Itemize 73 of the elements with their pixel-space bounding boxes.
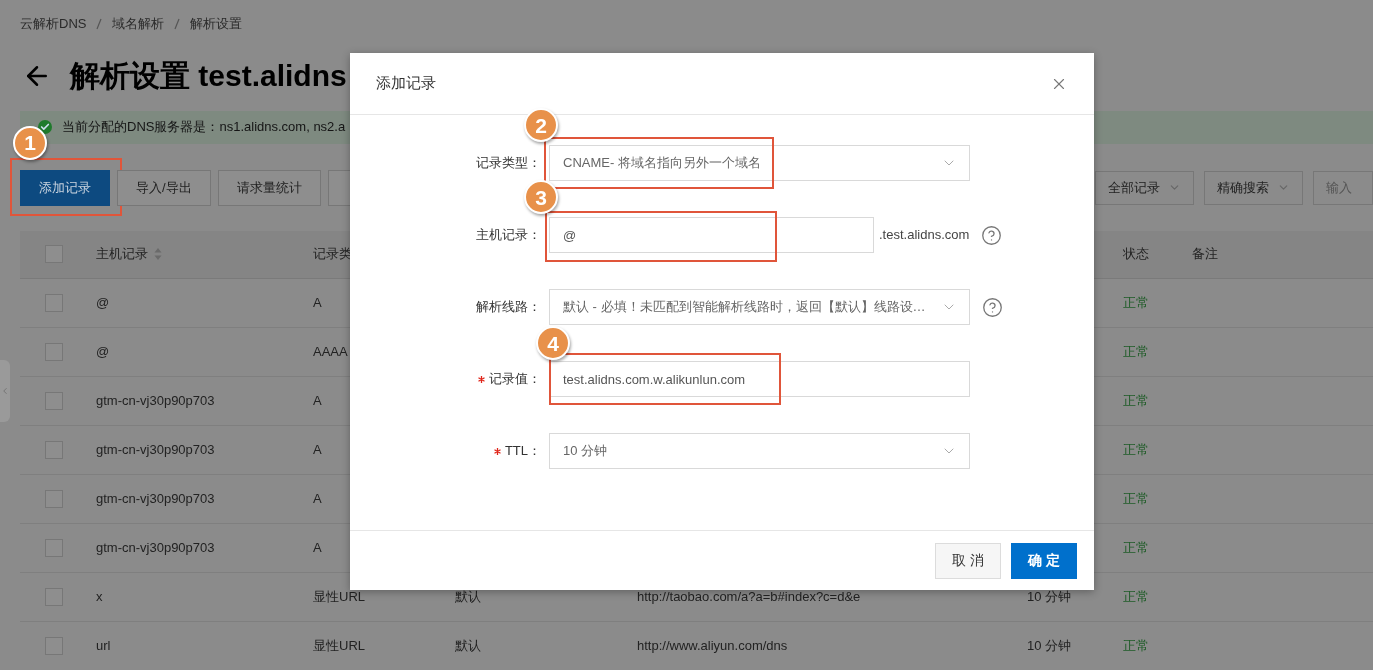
input-field[interactable]: test.alidns.com.w.alikunlun.com: [549, 361, 970, 397]
table-cell: gtm-cn-vj30p90p703: [96, 441, 215, 457]
success-icon: [38, 120, 52, 134]
select-field[interactable]: 默认 - 必填！未匹配到智能解析线路时，返回【默认】线路设…: [549, 289, 970, 325]
field-label: 记录值：: [489, 370, 541, 389]
table-cell: AAAA: [313, 343, 348, 359]
help-icon[interactable]: [981, 224, 1003, 246]
column-header[interactable]: 状态: [1123, 244, 1149, 264]
dialog-button[interactable]: 确 定: [1011, 542, 1077, 579]
required-asterisk-icon: [478, 375, 485, 383]
field-label: TTL：: [504, 442, 541, 461]
table-cell: gtm-cn-vj30p90p703: [96, 539, 215, 555]
callout-badge: 3: [524, 180, 558, 214]
field-label: 主机记录：: [476, 226, 541, 245]
table-cell: 默认: [455, 637, 481, 653]
input-field[interactable]: @: [549, 217, 874, 253]
column-header[interactable]: 主机记录: [96, 244, 148, 264]
table-cell: 10 分钟: [1027, 588, 1072, 604]
table-cell: gtm-cn-vj30p90p703: [96, 490, 215, 506]
filter-dropdown[interactable]: 精确搜索: [1204, 170, 1303, 205]
slash-icon: [174, 17, 181, 30]
table-cell: A: [313, 392, 322, 408]
table-cell: 正常: [1123, 343, 1149, 359]
breadcrumb-link[interactable]: 云解析DNS: [20, 14, 87, 34]
dialog-button[interactable]: 取 消: [935, 542, 1001, 579]
table-cell: 正常: [1123, 637, 1149, 653]
domain-suffix: .test.alidns.com: [879, 226, 970, 245]
table-cell: A: [313, 490, 322, 506]
toolbar-button[interactable]: 导入/导出: [117, 169, 211, 206]
breadcrumb-link[interactable]: 解析设置: [190, 14, 243, 34]
table-cell: 正常: [1123, 294, 1149, 310]
callout-badge: 4: [536, 326, 570, 360]
table-cell: gtm-cn-vj30p90p703: [96, 392, 215, 408]
table-cell: 显性URL: [313, 588, 365, 604]
table-cell: url: [96, 637, 111, 653]
toolbar-button[interactable]: 请求量统计: [217, 169, 321, 206]
table-cell: @: [96, 294, 110, 310]
filter-dropdown[interactable]: 全部记录: [1095, 170, 1194, 205]
table-cell: 正常: [1123, 490, 1149, 506]
select-field[interactable]: 10 分钟: [549, 433, 970, 469]
help-icon[interactable]: [982, 296, 1003, 318]
select-field[interactable]: CNAME- 将域名指向另外一个域名: [549, 145, 970, 181]
table-cell: http://www.aliyun.com/dns: [637, 637, 788, 653]
page-title: 解析设置 test.alidns: [70, 58, 347, 94]
slash-icon: [96, 17, 103, 30]
breadcrumb-link[interactable]: 域名解析: [112, 14, 165, 34]
callout-badge: 1: [13, 125, 47, 160]
dialog-title: 添加记录: [376, 73, 436, 94]
table-cell: 正常: [1123, 441, 1149, 457]
select-value: 默认 - 必填！未匹配到智能解析线路时，返回【默认】线路设…: [563, 298, 926, 317]
table-cell: 正常: [1123, 588, 1149, 604]
table-cell: 正常: [1123, 539, 1149, 555]
table-cell: A: [313, 539, 322, 555]
table-cell: 10 分钟: [1027, 637, 1072, 653]
table-cell: 显性URL: [313, 637, 365, 653]
sort-icon[interactable]: [154, 247, 162, 261]
notice-text: 当前分配的DNS服务器是：ns1.alidns.com, ns2.a: [62, 118, 346, 137]
table-cell: 正常: [1123, 392, 1149, 408]
table-cell: A: [313, 441, 322, 457]
callout-badge: 2: [524, 108, 558, 142]
select-value: 10 分钟: [563, 442, 608, 461]
table-cell: 默认: [455, 588, 481, 604]
toolbar-button[interactable]: 添加记录: [20, 169, 110, 206]
table-cell: http://taobao.com/a?a=b#index?c=d&e: [637, 588, 861, 604]
column-header[interactable]: 备注: [1192, 244, 1218, 264]
select-value: CNAME- 将域名指向另外一个域名: [563, 154, 761, 173]
required-asterisk-icon: [493, 447, 501, 455]
field-label: 记录类型：: [476, 154, 541, 173]
table-cell: x: [96, 588, 103, 604]
field-label: 解析线路：: [476, 298, 541, 317]
table-cell: A: [313, 294, 322, 310]
sidebar-toggle[interactable]: [0, 360, 10, 422]
table-cell: @: [96, 343, 110, 359]
